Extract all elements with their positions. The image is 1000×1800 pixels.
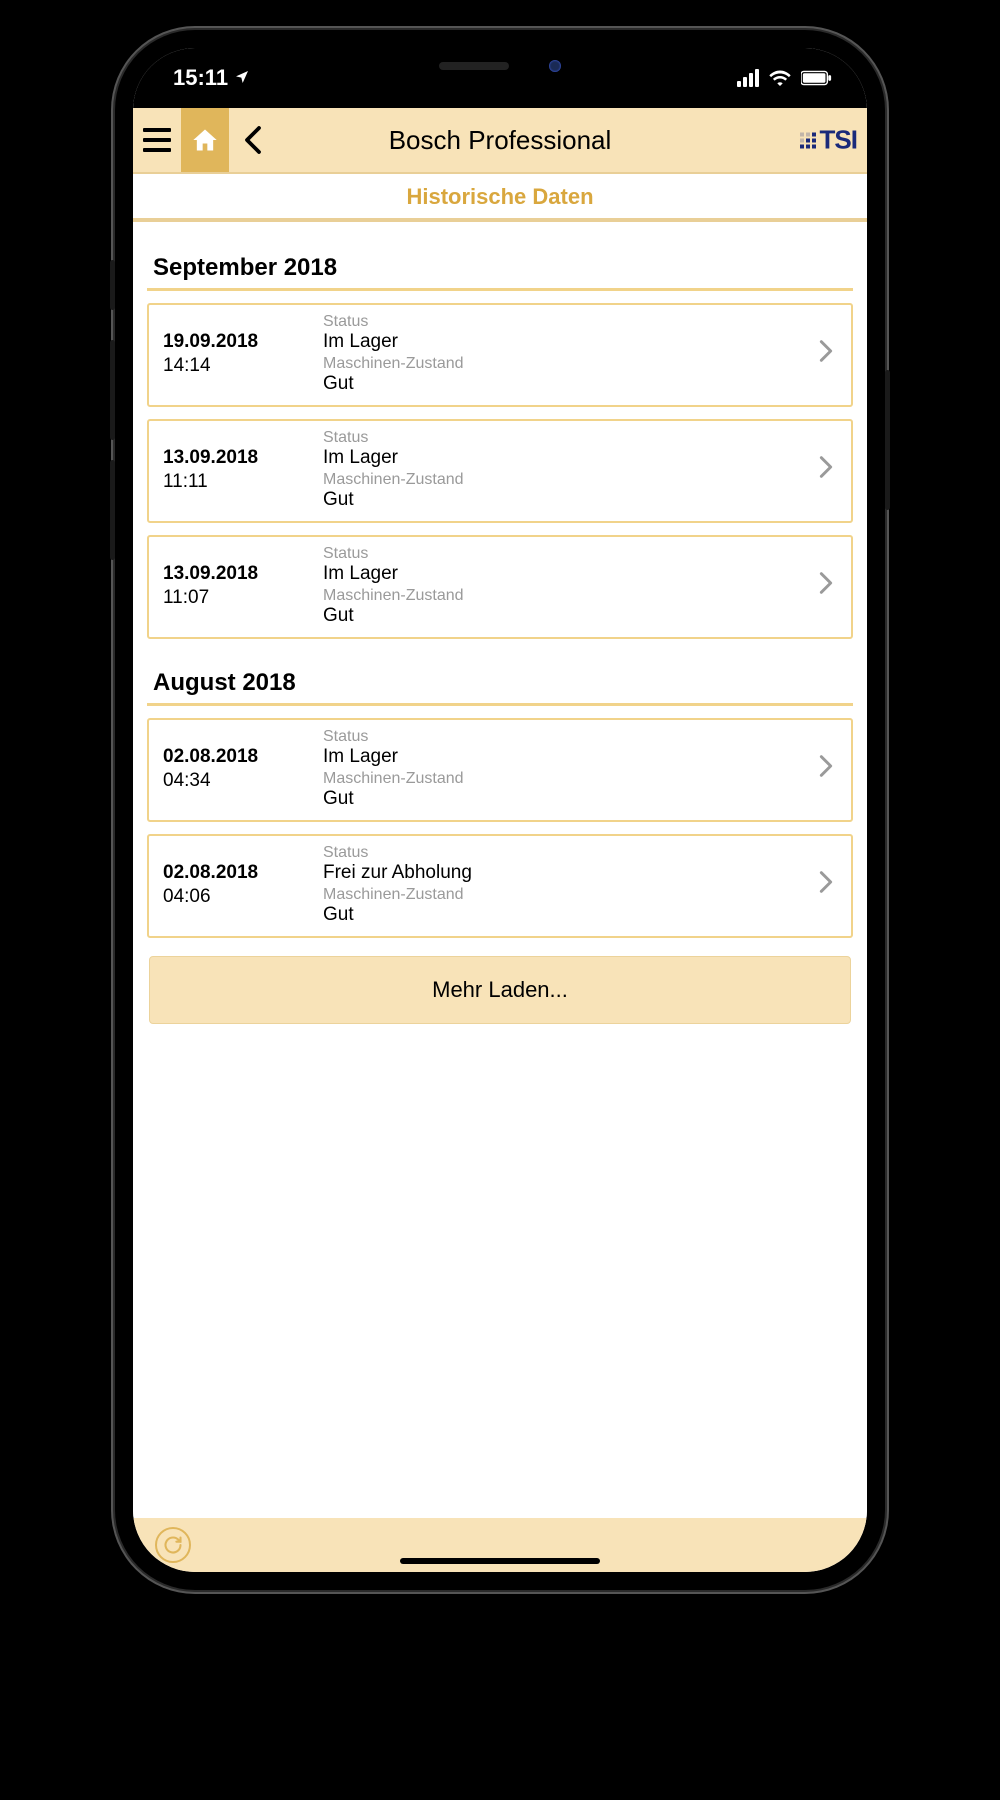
- entry-info-col: StatusFrei zur Abholung Maschinen-Zustand…: [323, 844, 799, 926]
- entry-date: 19.09.2018: [163, 331, 303, 353]
- entry-time: 14:14: [163, 355, 303, 377]
- status-value: Im Lager: [323, 447, 799, 469]
- state-value: Gut: [323, 904, 799, 926]
- entry-date: 02.08.2018: [163, 746, 303, 768]
- entry-date: 02.08.2018: [163, 862, 303, 884]
- entry-time: 11:07: [163, 587, 303, 609]
- status-label: Status: [323, 313, 799, 331]
- chevron-right-icon: [819, 752, 837, 786]
- state-value: Gut: [323, 373, 799, 395]
- state-label: Maschinen-Zustand: [323, 471, 799, 489]
- state-label: Maschinen-Zustand: [323, 355, 799, 373]
- silence-switch: [110, 260, 115, 310]
- home-button[interactable]: [181, 108, 229, 172]
- entry-info-col: StatusIm Lager Maschinen-ZustandGut: [323, 429, 799, 511]
- entry-info-col: StatusIm Lager Maschinen-ZustandGut: [323, 728, 799, 810]
- navbar: Bosch Professional TSI: [133, 108, 867, 172]
- chevron-right-icon: [819, 569, 837, 603]
- entry-date-col: 13.09.201811:07: [163, 563, 303, 609]
- volume-up-button: [110, 340, 115, 440]
- back-button[interactable]: [229, 108, 277, 172]
- entry-date: 13.09.2018: [163, 447, 303, 469]
- entry-time: 11:11: [163, 471, 303, 493]
- history-entry[interactable]: 19.09.201814:14 StatusIm Lager Maschinen-Z…: [147, 303, 853, 407]
- entry-date-col: 13.09.201811:11: [163, 447, 303, 493]
- chevron-right-icon: [819, 453, 837, 487]
- logo-dots-icon: [800, 132, 816, 148]
- wifi-icon: [769, 70, 791, 86]
- status-label: Status: [323, 728, 799, 746]
- screen: 15:11: [133, 48, 867, 1572]
- logo-text: TSI: [820, 125, 857, 156]
- entry-date: 13.09.2018: [163, 563, 303, 585]
- status-value: Frei zur Abholung: [323, 862, 799, 884]
- state-label: Maschinen-Zustand: [323, 587, 799, 605]
- state-value: Gut: [323, 788, 799, 810]
- month-header: September 2018: [147, 240, 853, 291]
- entry-date-col: 19.09.201814:14: [163, 331, 303, 377]
- status-label: Status: [323, 545, 799, 563]
- bottom-bar: [133, 1518, 867, 1572]
- status-label: Status: [323, 429, 799, 447]
- history-entry[interactable]: 02.08.201804:34 StatusIm Lager Maschinen-Z…: [147, 718, 853, 822]
- load-more-button[interactable]: Mehr Laden...: [149, 956, 851, 1024]
- cellular-icon: [735, 69, 759, 87]
- battery-icon: [801, 70, 833, 86]
- state-label: Maschinen-Zustand: [323, 886, 799, 904]
- entry-date-col: 02.08.201804:06: [163, 862, 303, 908]
- status-value: Im Lager: [323, 746, 799, 768]
- state-label: Maschinen-Zustand: [323, 770, 799, 788]
- power-button: [885, 370, 890, 510]
- state-value: Gut: [323, 605, 799, 627]
- chevron-right-icon: [819, 337, 837, 371]
- history-entry[interactable]: 13.09.201811:07 StatusIm Lager Maschinen-Z…: [147, 535, 853, 639]
- entry-info-col: StatusIm Lager Maschinen-ZustandGut: [323, 313, 799, 395]
- entry-info-col: StatusIm Lager Maschinen-ZustandGut: [323, 545, 799, 627]
- status-time: 15:11: [173, 65, 228, 91]
- status-label: Status: [323, 844, 799, 862]
- entry-date-col: 02.08.201804:34: [163, 746, 303, 792]
- history-entry[interactable]: 13.09.201811:11 StatusIm Lager Maschinen-Z…: [147, 419, 853, 523]
- content-scroll[interactable]: September 201819.09.201814:14StatusIm La…: [133, 222, 867, 1518]
- refresh-button[interactable]: [155, 1527, 191, 1563]
- brand-logo: TSI: [800, 125, 857, 156]
- menu-button[interactable]: [133, 108, 181, 172]
- state-value: Gut: [323, 489, 799, 511]
- status-value: Im Lager: [323, 563, 799, 585]
- entry-time: 04:06: [163, 886, 303, 908]
- history-entry[interactable]: 02.08.201804:06 StatusFrei zur Abholung Ma…: [147, 834, 853, 938]
- section-title: Historische Daten: [133, 172, 867, 222]
- home-indicator[interactable]: [400, 1558, 600, 1564]
- location-icon: [234, 65, 250, 91]
- notch: [350, 48, 650, 84]
- month-header: August 2018: [147, 639, 853, 706]
- status-value: Im Lager: [323, 331, 799, 353]
- volume-down-button: [110, 460, 115, 560]
- entry-time: 04:34: [163, 770, 303, 792]
- chevron-right-icon: [819, 868, 837, 902]
- phone-frame: 15:11: [115, 30, 885, 1590]
